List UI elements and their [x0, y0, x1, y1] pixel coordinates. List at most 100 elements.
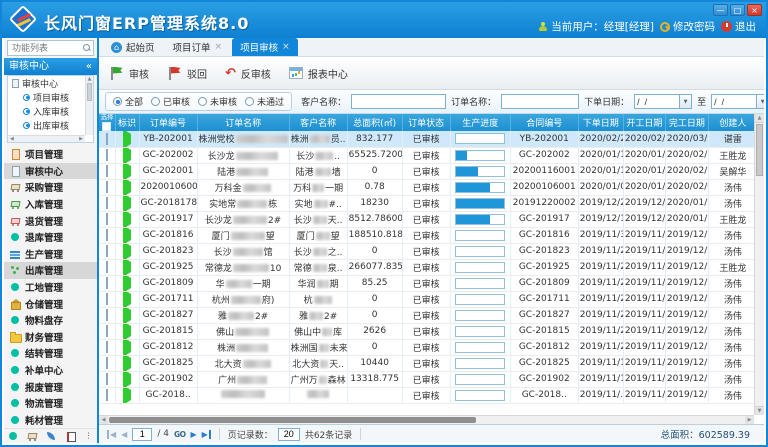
row-checkbox[interactable]: [106, 341, 108, 353]
tree-scroll-thumb[interactable]: [87, 83, 92, 101]
table-row[interactable]: GC-2018..已审核GC-2018..2019/11/..2019/11/.…: [99, 387, 758, 403]
column-header-1[interactable]: 标识: [115, 114, 139, 131]
module-dot-icon[interactable]: [8, 431, 18, 441]
page-number-input[interactable]: [132, 428, 152, 441]
grid-vscroll-thumb[interactable]: [756, 124, 763, 176]
sidebar-module-6[interactable]: 生产管理: [4, 246, 97, 263]
column-header-6[interactable]: 订单状态: [402, 114, 450, 131]
row-checkbox[interactable]: [106, 245, 108, 257]
prev-page-button[interactable]: ◀: [121, 430, 127, 439]
last-page-button[interactable]: ▶: [202, 430, 211, 439]
tab-close-icon[interactable]: ×: [282, 42, 290, 52]
customer-name-input[interactable]: [351, 94, 446, 109]
chevron-down-icon[interactable]: ▼: [680, 94, 692, 109]
grid-hscroll-thumb[interactable]: [109, 417, 476, 423]
page-size-input[interactable]: [278, 428, 300, 441]
table-row[interactable]: 20200106001万科金万科一期0.78已审核202001060012020…: [99, 179, 758, 195]
sidebar-module-13[interactable]: 补单中心: [4, 362, 97, 379]
row-checkbox[interactable]: [106, 309, 108, 321]
tab-起始页[interactable]: ⌂起始页: [103, 38, 163, 56]
row-checkbox[interactable]: [106, 293, 108, 305]
column-header-3[interactable]: 订单名称: [197, 114, 289, 131]
grid-horizontal-scrollbar[interactable]: ◀ ▶: [99, 415, 754, 424]
row-checkbox[interactable]: [106, 373, 108, 385]
table-row[interactable]: YB-202001株洲党校株洲员..832.177已审核YB-202001202…: [99, 131, 758, 147]
overflow-icon[interactable]: ⋮: [84, 431, 94, 441]
table-row[interactable]: GC-2018178实地常栋实地#..18230已审核2019122000220…: [99, 195, 758, 211]
table-row[interactable]: GC-201711杭州府)杭0已审核GC-2017112019/11/20201…: [99, 291, 758, 307]
function-search-input[interactable]: [7, 40, 94, 56]
status-radio-3[interactable]: 未通过: [245, 95, 284, 108]
scroll-down-icon[interactable]: ▼: [755, 406, 764, 415]
row-checkbox[interactable]: [106, 149, 108, 161]
scroll-up-icon[interactable]: ▲: [755, 114, 764, 123]
驳回-button[interactable]: 驳回: [167, 66, 207, 81]
tree-root-item[interactable]: 审核中心: [8, 76, 85, 90]
table-row[interactable]: GC-201825北大资北大资天..10440已审核GC-2018252019/…: [99, 355, 758, 371]
row-checkbox[interactable]: [106, 181, 108, 193]
next-page-button[interactable]: ▶: [190, 430, 196, 439]
sidebar-module-7[interactable]: 出库管理: [4, 262, 97, 279]
table-row[interactable]: GC-201823长沙馆长沙之..0已审核GC-2018232019/11/27…: [99, 243, 758, 259]
status-radio-1[interactable]: 已审核: [151, 95, 190, 108]
table-row[interactable]: GC-201809华一期华润期85.25已审核GC-2018092019/11/…: [99, 275, 758, 291]
sidebar-panel-header[interactable]: 审核中心 «: [4, 58, 97, 75]
chevron-down-icon[interactable]: ▼: [757, 94, 764, 109]
row-checkbox[interactable]: [106, 357, 108, 369]
cart-icon[interactable]: [27, 431, 37, 441]
order-name-input[interactable]: [501, 94, 579, 109]
tree-item-0[interactable]: 项目审核: [8, 90, 85, 104]
column-header-9[interactable]: 下单日期: [578, 114, 623, 131]
row-checkbox[interactable]: [106, 197, 108, 209]
collapse-icon[interactable]: «: [86, 58, 92, 75]
go-button[interactable]: GO: [174, 430, 186, 439]
table-row[interactable]: GC-201815佛山佛山中库2626已审核GC-2018152019/11/2…: [99, 323, 758, 339]
column-header-5[interactable]: 总面积(㎡): [347, 114, 402, 131]
scroll-right-icon[interactable]: ▶: [745, 416, 754, 424]
select-all-checkbox[interactable]: [102, 122, 111, 131]
tab-项目审核[interactable]: 项目审核×: [232, 38, 298, 56]
sidebar-module-3[interactable]: 入库管理: [4, 196, 97, 213]
row-checkbox[interactable]: [106, 133, 108, 145]
sidebar-module-1[interactable]: 审核中心: [4, 163, 97, 180]
leaf-icon[interactable]: [46, 431, 56, 441]
sidebar-module-11[interactable]: 财务管理: [4, 329, 97, 346]
table-row[interactable]: GC-201917长沙龙2#长沙天..8512.78600..已审核GC-201…: [99, 211, 758, 227]
sidebar-module-8[interactable]: 工地管理: [4, 279, 97, 296]
tab-close-icon[interactable]: ×: [215, 42, 223, 52]
row-checkbox[interactable]: [106, 261, 108, 273]
row-checkbox[interactable]: [106, 213, 108, 225]
column-header-4[interactable]: 客户名称: [289, 114, 347, 131]
table-row[interactable]: GC-201816厦门望厦门望188510.818已审核GC-201816201…: [99, 227, 758, 243]
sidebar-module-15[interactable]: 物流管理: [4, 395, 97, 412]
报表中心-button[interactable]: 报表中心: [289, 66, 348, 81]
column-header-8[interactable]: 合同编号: [510, 114, 578, 131]
column-header-12[interactable]: 创建人: [708, 114, 757, 131]
grid-vertical-scrollbar[interactable]: ▲ ▼: [754, 114, 764, 415]
status-radio-2[interactable]: 未审核: [198, 95, 237, 108]
sidebar-module-12[interactable]: 结转管理: [4, 345, 97, 362]
order-date-to-input[interactable]: [711, 94, 757, 109]
book-icon[interactable]: [65, 431, 75, 441]
table-row[interactable]: GC-202002长沙龙长沙..65525.7200..已审核GC-202002…: [99, 147, 758, 163]
反审核-button[interactable]: ↶反审核: [225, 66, 271, 81]
row-checkbox[interactable]: [106, 277, 108, 289]
column-header-7[interactable]: 生产进度: [450, 114, 510, 131]
row-checkbox[interactable]: [106, 229, 108, 241]
minimize-button[interactable]: —: [713, 4, 728, 16]
sidebar-module-9[interactable]: 仓储管理: [4, 295, 97, 312]
close-button[interactable]: ×: [747, 4, 762, 16]
maximize-button[interactable]: □: [730, 4, 745, 16]
sidebar-module-2[interactable]: 采购管理: [4, 179, 97, 196]
column-header-11[interactable]: 完工日期: [665, 114, 708, 131]
tree-horizontal-scrollbar[interactable]: ◀▶: [8, 135, 85, 142]
order-date-from-input[interactable]: [634, 94, 680, 109]
scroll-left-icon[interactable]: ◀: [99, 416, 108, 424]
table-row[interactable]: GC-201827雅2#雅2#0已审核GC-2018272019/11/2020…: [99, 307, 758, 323]
tree-item-2[interactable]: 出库审核: [8, 118, 85, 132]
sidebar-module-0[interactable]: 项目管理: [4, 146, 97, 163]
table-row[interactable]: GC-201925常德龙10常德泉..266077.835..已审核GC-201…: [99, 259, 758, 275]
status-radio-0[interactable]: 全部: [113, 95, 143, 108]
table-row[interactable]: GC-202001陆港陆港墙0已审核202001160012020/01/162…: [99, 163, 758, 179]
sidebar-module-10[interactable]: 物料盘存: [4, 312, 97, 329]
